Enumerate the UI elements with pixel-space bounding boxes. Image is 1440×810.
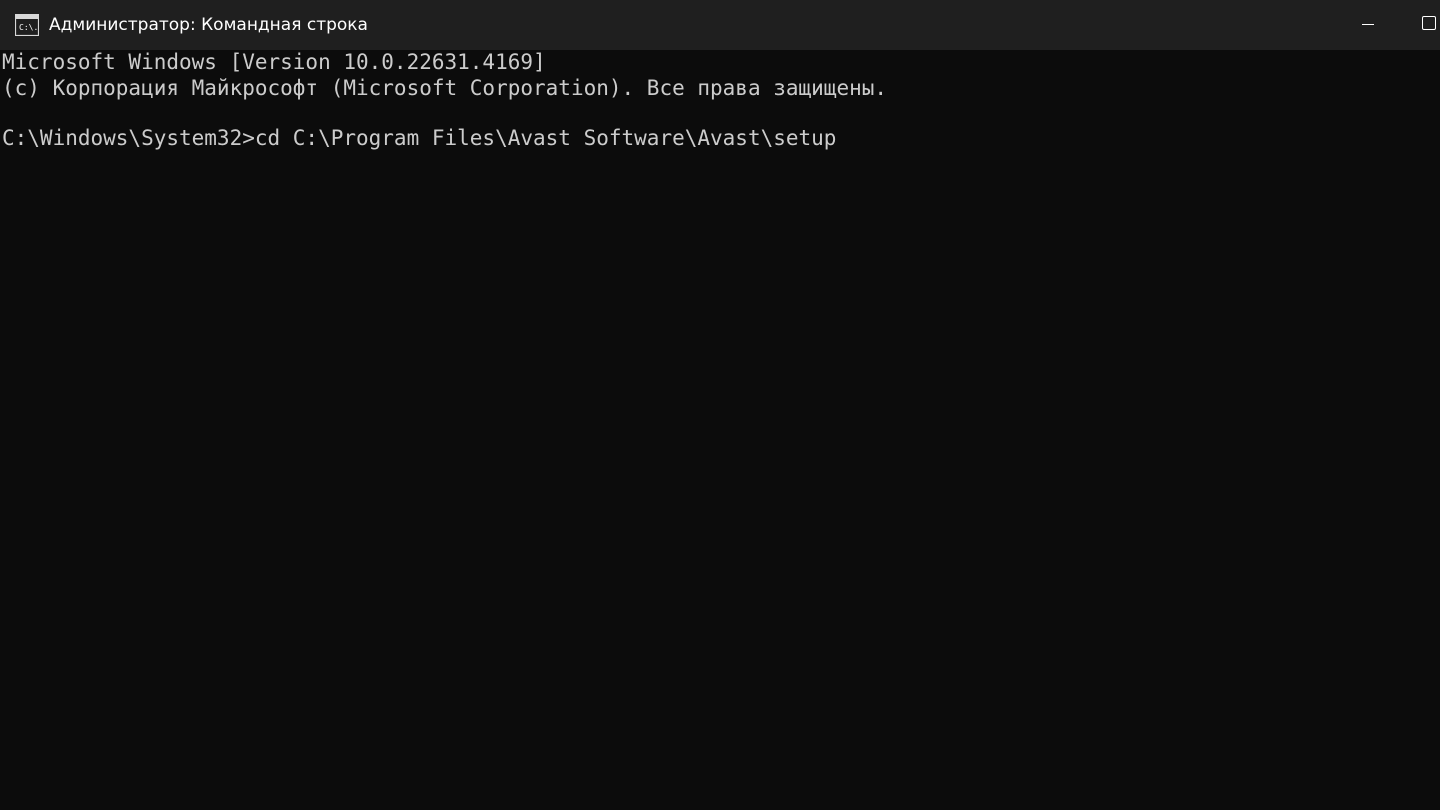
maximize-icon (1422, 16, 1436, 30)
title-bar[interactable]: C:\. Администратор: Командная строка (0, 0, 1440, 50)
window-title: Администратор: Командная строка (49, 15, 368, 35)
console-line-command[interactable]: C:\Windows\System32>cd C:\Program Files\… (2, 125, 836, 151)
minimize-button[interactable] (1336, 0, 1398, 50)
command-prompt-window: C:\. Администратор: Командная строка Mic… (0, 0, 1440, 810)
cmd-icon-text: C:\. (19, 23, 38, 32)
console-line-copyright: (c) Корпорация Майкрософт (Microsoft Cor… (2, 76, 888, 100)
console-line-version: Microsoft Windows [Version 10.0.22631.41… (2, 50, 546, 74)
cmd-icon[interactable]: C:\. (15, 14, 39, 36)
console-output[interactable]: Microsoft Windows [Version 10.0.22631.41… (0, 50, 1440, 810)
minimize-icon (1362, 24, 1374, 25)
maximize-button[interactable] (1398, 0, 1440, 50)
